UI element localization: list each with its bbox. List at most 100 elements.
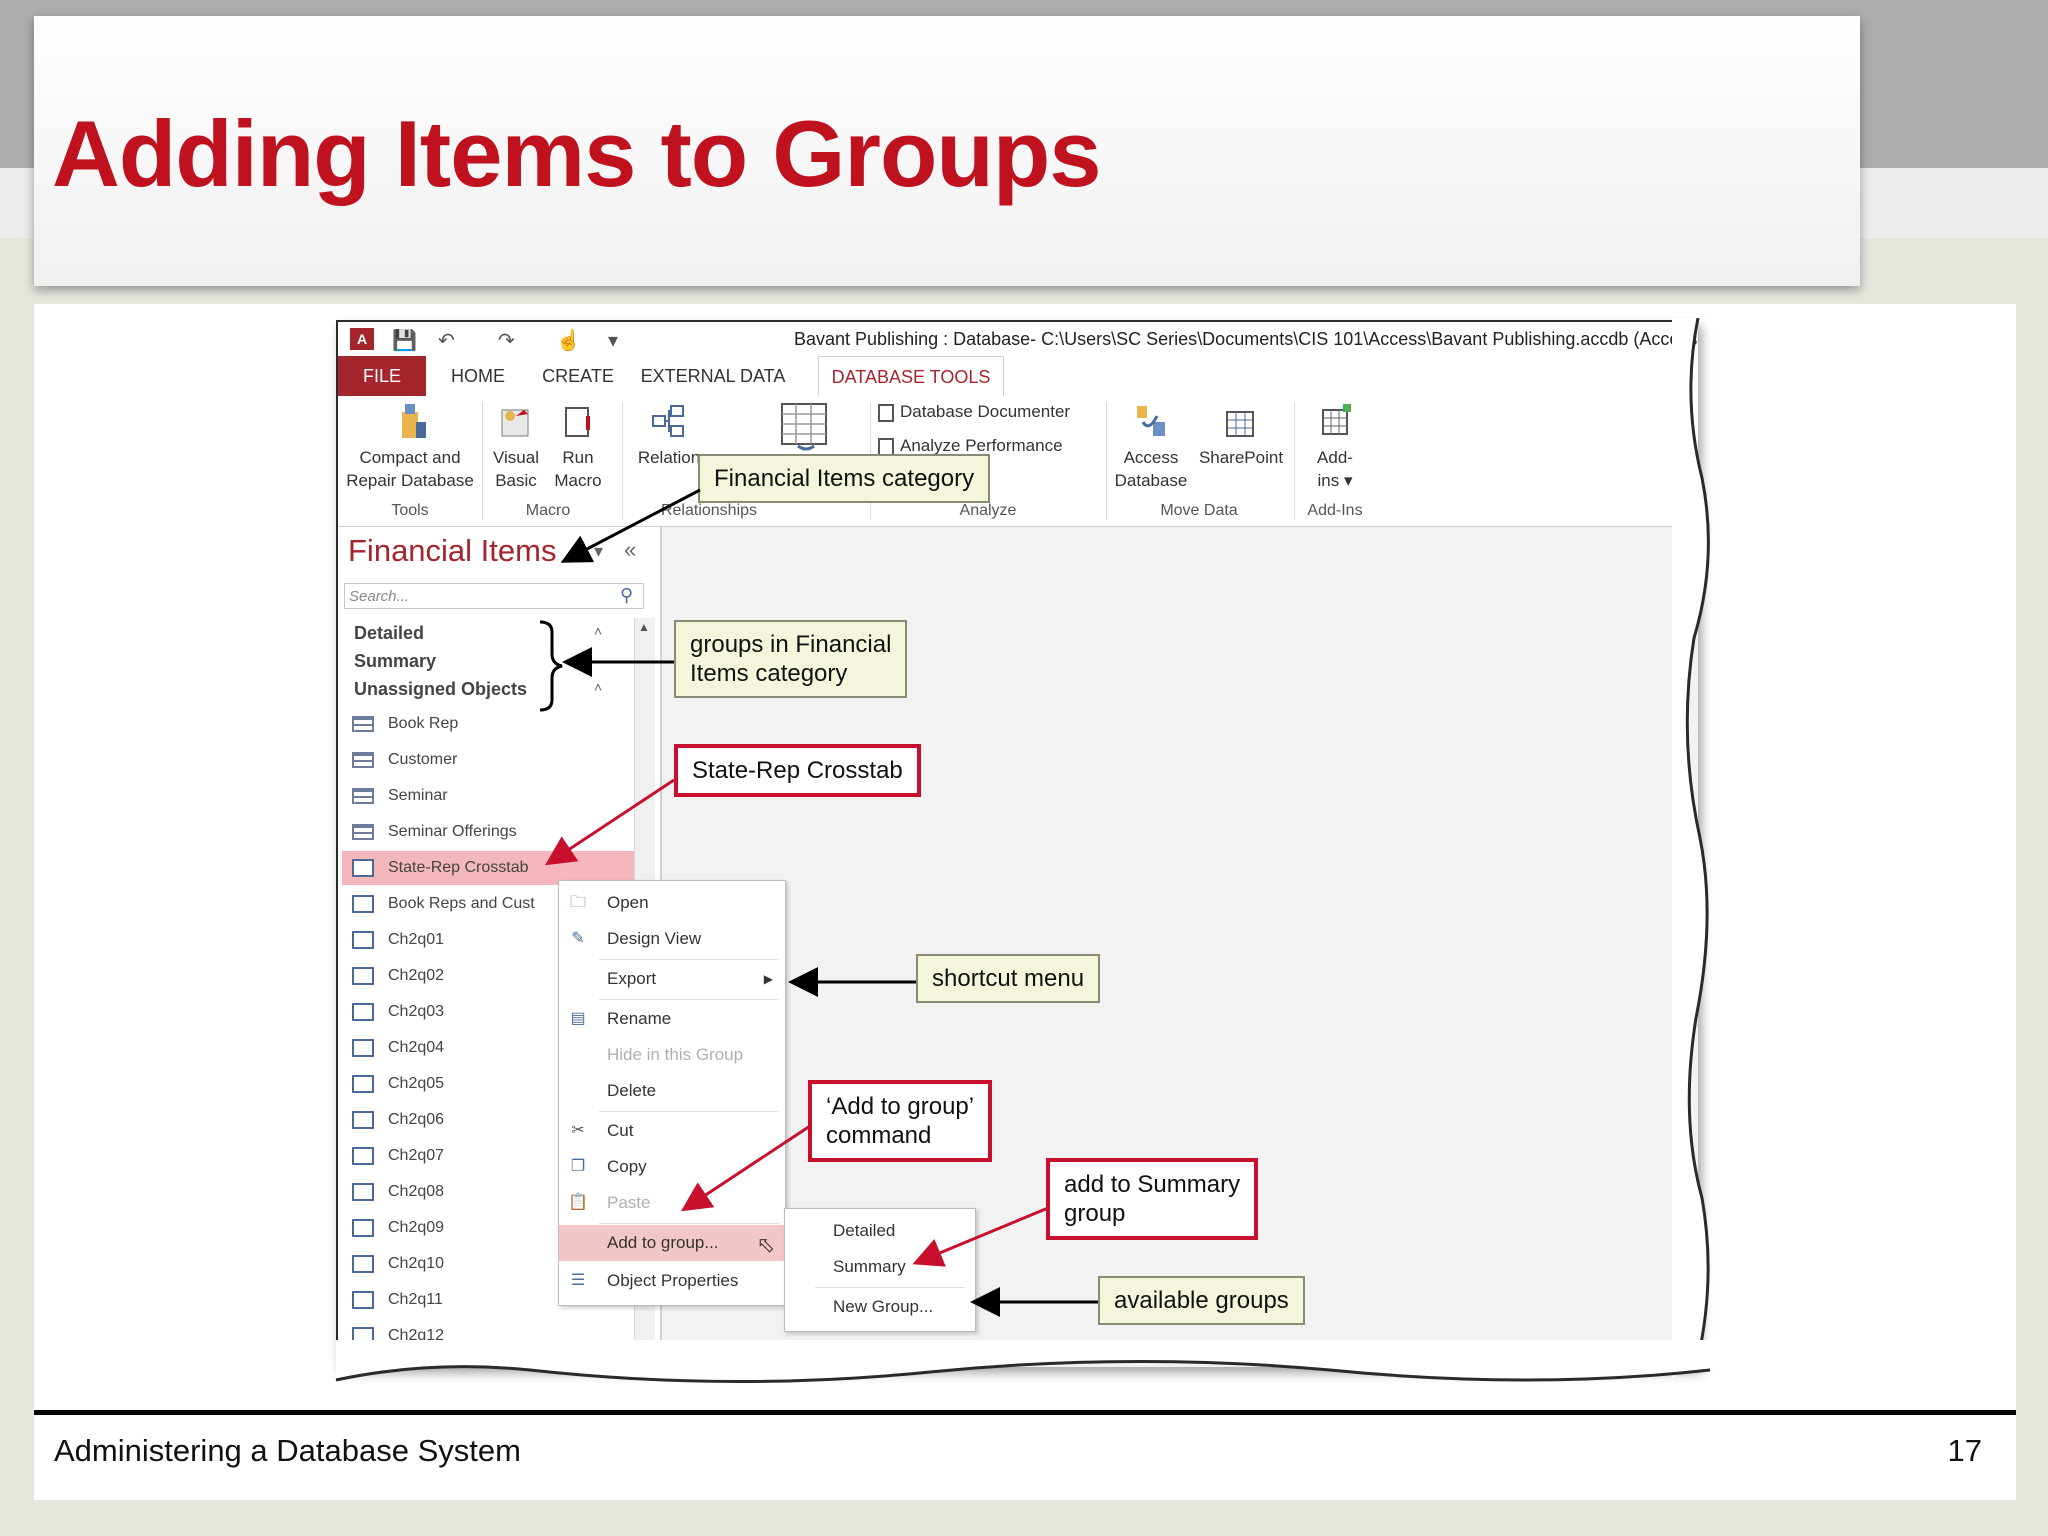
ribbon-separator — [482, 402, 483, 520]
group-header-unassigned[interactable]: Unassigned Objects — [354, 679, 527, 700]
undo-icon[interactable]: ↶ — [438, 328, 455, 353]
menu-item-design-view[interactable]: ✎ Design View — [559, 921, 785, 957]
touch-mode-icon[interactable]: ☝ — [556, 328, 581, 353]
menu-item-object-properties[interactable]: ☰ Object Properties — [559, 1263, 785, 1299]
redo-icon[interactable]: ↷ — [498, 328, 515, 353]
query-icon — [352, 894, 374, 913]
callout-crosstab: State-Rep Crosstab — [674, 744, 921, 797]
ribbon-separator — [1294, 402, 1295, 520]
list-item-table[interactable]: Seminar Offerings — [352, 815, 642, 849]
compact-repair-icon — [402, 404, 426, 438]
group-header-detailed[interactable]: Detailed — [354, 623, 424, 644]
customize-qat-icon[interactable]: ▾ — [608, 328, 618, 353]
query-icon — [352, 1290, 374, 1309]
table-icon — [352, 823, 374, 840]
menu-separator — [815, 1287, 965, 1288]
callout-text: add to Summary — [1064, 1171, 1241, 1198]
table-icon — [352, 751, 374, 768]
access-label-2: Database — [1114, 471, 1188, 490]
access-label-1: Access — [1123, 448, 1179, 467]
sharepoint-button[interactable]: SharePoint — [1194, 402, 1288, 469]
list-item-table[interactable]: Book Rep — [352, 707, 642, 741]
callout-text: available groups — [1114, 1287, 1289, 1314]
add-ins-button[interactable]: Add- ins ▾ — [1300, 402, 1370, 492]
relationships-button[interactable]: Relation — [634, 402, 704, 469]
scroll-up-icon[interactable]: ▲ — [638, 620, 650, 634]
documenter-icon — [878, 403, 894, 422]
add-ins-icon — [1322, 404, 1351, 435]
menu-item-delete[interactable]: Delete — [559, 1073, 785, 1109]
access-app-icon: A — [350, 328, 374, 350]
list-item-table[interactable]: Seminar — [352, 779, 642, 813]
menu-item-cut[interactable]: ✂ Cut — [559, 1113, 785, 1149]
group-header-summary[interactable]: Summary — [354, 651, 436, 672]
query-icon — [352, 1218, 374, 1237]
ribbon: Compact and Repair Database Visual Basic… — [338, 396, 1698, 527]
tab-external-data[interactable]: EXTERNAL DATA — [638, 356, 788, 396]
query-icon — [352, 1254, 374, 1273]
menu-item-export[interactable]: Export ▶ — [559, 961, 785, 997]
callout-add-to-summary: add to Summary group — [1046, 1158, 1259, 1240]
add-to-group-submenu: Detailed Summary New Group... — [784, 1208, 976, 1332]
query-icon — [352, 930, 374, 949]
nav-pane-title[interactable]: Financial Items — [348, 533, 556, 569]
menu-item-open[interactable]: 🗀 Open — [559, 885, 785, 921]
design-view-icon: ✎ — [571, 930, 585, 947]
tab-file[interactable]: FILE — [338, 356, 426, 396]
submenu-item-detailed[interactable]: Detailed — [785, 1213, 975, 1249]
slide-title: Adding Items to Groups — [52, 101, 1102, 206]
menu-item-hide-in-group[interactable]: Hide in this Group — [559, 1037, 785, 1073]
menu-label: Rename — [607, 1009, 672, 1028]
callout-text: command — [826, 1122, 932, 1149]
query-name: Ch2q01 — [388, 931, 445, 948]
database-documenter-button[interactable]: Database Documenter — [878, 400, 1098, 423]
collapse-unassigned-icon[interactable]: ˄ — [594, 679, 602, 695]
menu-label: Design View — [607, 929, 702, 948]
list-item-table[interactable]: Customer — [352, 743, 642, 777]
query-name: Ch2q09 — [388, 1219, 445, 1236]
callout-text: ‘Add to group’ — [826, 1093, 975, 1120]
query-icon — [352, 1110, 374, 1129]
menu-item-add-to-group[interactable]: Add to group... ⬁ — [559, 1225, 785, 1261]
query-name: Ch2q04 — [388, 1039, 445, 1056]
menu-label: Object Properties — [607, 1271, 739, 1290]
scissors-icon: ✂ — [571, 1122, 585, 1139]
callout-text: group — [1064, 1200, 1126, 1227]
search-icon[interactable]: ⚲ — [620, 585, 633, 606]
footer-divider — [34, 1410, 2016, 1415]
tab-create[interactable]: CREATE — [538, 356, 618, 396]
collapse-detailed-icon[interactable]: ˄ — [594, 623, 602, 639]
visual-label-2: Basic — [495, 471, 537, 490]
documenter-label: Database Documenter — [900, 402, 1071, 421]
run-macro-button[interactable]: Run Macro — [548, 402, 608, 492]
table-name: Seminar — [388, 787, 448, 804]
submenu-item-new-group[interactable]: New Group... — [785, 1289, 975, 1325]
menu-item-copy[interactable]: ❐ Copy — [559, 1149, 785, 1185]
visual-basic-button[interactable]: Visual Basic — [488, 402, 544, 492]
table-name: Seminar Offerings — [388, 823, 517, 840]
ribbon-separator — [1106, 402, 1107, 520]
mouse-pointer-icon: ⬁ — [756, 1232, 775, 1257]
tab-database-tools[interactable]: DATABASE TOOLS — [818, 356, 1004, 398]
run-label-1: Run — [562, 448, 594, 467]
tab-home[interactable]: HOME — [438, 356, 518, 396]
shutter-bar-close-icon[interactable]: « — [624, 537, 636, 563]
menu-item-paste[interactable]: 📋 Paste — [559, 1185, 785, 1221]
compact-label-1: Compact and — [359, 448, 461, 467]
callout-text: groups in Financial — [690, 631, 892, 658]
save-icon[interactable]: 💾 — [392, 328, 417, 353]
submenu-item-summary[interactable]: Summary — [785, 1249, 975, 1285]
access-screenshot: A 💾 ↶ ↷ ☝ ▾ Bavant Publishing : Database… — [336, 320, 1698, 1367]
relationships-label: Relation — [637, 448, 701, 467]
group-tools-label: Tools — [391, 502, 429, 519]
nav-search-input[interactable]: Search... — [344, 583, 644, 609]
callout-text: shortcut menu — [932, 965, 1085, 992]
menu-item-rename[interactable]: ▤ Rename — [559, 1001, 785, 1037]
access-database-button[interactable]: Access Database — [1110, 402, 1192, 492]
compact-repair-button[interactable]: Compact and Repair Database — [344, 402, 476, 492]
run-label-2: Macro — [554, 471, 602, 490]
callout-add-to-group-command: ‘Add to group’ command — [808, 1080, 993, 1162]
menu-separator — [599, 999, 779, 1000]
nav-menu-dropdown-icon[interactable]: ▾ — [594, 541, 603, 562]
table-name: Customer — [388, 751, 458, 768]
